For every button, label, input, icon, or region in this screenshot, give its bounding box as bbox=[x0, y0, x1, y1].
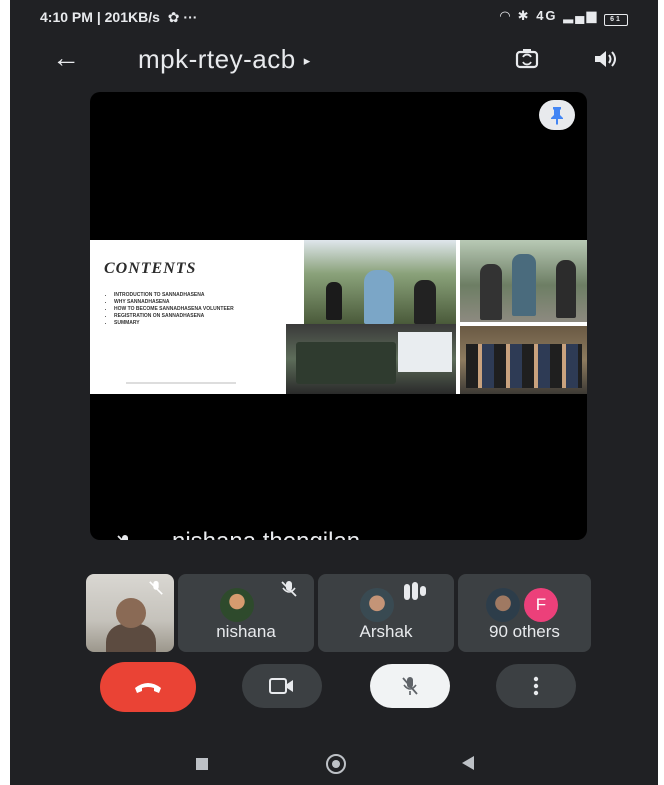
slide-photo-group bbox=[460, 326, 587, 394]
participant-name: Arshak bbox=[359, 622, 413, 641]
call-end-icon bbox=[135, 683, 161, 693]
videocam-icon bbox=[269, 678, 293, 694]
chevron-right-icon: ▸ bbox=[303, 53, 311, 69]
slide-photo-truck bbox=[286, 324, 456, 394]
self-view-tile[interactable] bbox=[86, 574, 174, 652]
presentation-stage[interactable]: CONTENTS INTRODUCTION TO SANNADHASENA WH… bbox=[90, 92, 587, 540]
end-call-button[interactable] bbox=[100, 662, 196, 712]
signal-icon: ▂▄▆ bbox=[563, 8, 599, 23]
slide-footer-line bbox=[126, 382, 236, 384]
avatar bbox=[360, 588, 394, 622]
pin-button[interactable] bbox=[539, 100, 575, 130]
home-icon[interactable] bbox=[326, 754, 346, 774]
mic-toggle-button[interactable] bbox=[370, 664, 450, 708]
status-separator: | bbox=[96, 9, 105, 25]
slide-bullet: INTRODUCTION TO SANNADHASENA bbox=[114, 292, 304, 299]
more-options-button[interactable] bbox=[496, 664, 576, 708]
participant-tile-nishana[interactable]: nishana bbox=[178, 574, 314, 652]
mic-off-icon bbox=[149, 580, 163, 595]
shared-slide: CONTENTS INTRODUCTION TO SANNADHASENA WH… bbox=[90, 240, 587, 394]
letter-avatar: F bbox=[524, 588, 558, 622]
meeting-code: mpk-rtey-acb bbox=[138, 44, 296, 74]
status-time: 4:10 PM bbox=[40, 9, 93, 25]
back-triangle-icon[interactable] bbox=[462, 756, 474, 770]
status-more: ··· bbox=[183, 9, 198, 25]
top-app-bar: ← mpk-rtey-acb ▸ bbox=[10, 36, 658, 84]
mic-off-icon bbox=[281, 581, 297, 597]
settings-gear-icon: ✿ bbox=[167, 9, 180, 25]
mic-off-icon bbox=[117, 535, 128, 540]
mic-off-icon bbox=[402, 677, 418, 695]
status-speed: 201KB/s bbox=[104, 9, 160, 25]
status-bar: 4:10 PM | 201KB/s ✿ ··· ◠ ✱ 4G ▂▄▆ 61 bbox=[10, 0, 658, 36]
participant-tile-arshak[interactable]: Arshak bbox=[318, 574, 454, 652]
recent-apps-icon[interactable] bbox=[196, 758, 208, 770]
bluetooth-icon: ✱ bbox=[517, 8, 531, 23]
slide-bullet: SUMMARY bbox=[114, 320, 304, 327]
battery-icon: 61 bbox=[604, 14, 628, 26]
arrow-left-icon[interactable]: ← bbox=[52, 42, 80, 74]
slide-bullet-list: INTRODUCTION TO SANNADHASENA WHY SANNADH… bbox=[100, 292, 304, 327]
participant-tile-others[interactable]: F 90 others bbox=[458, 574, 591, 652]
wifi-icon: ◠ bbox=[500, 8, 513, 23]
slide-bullet: HOW TO BECOME SANNADHASENA VOLUNTEER bbox=[114, 306, 304, 313]
avatar bbox=[486, 588, 520, 622]
status-right: ◠ ✱ 4G ▂▄▆ 61 bbox=[500, 8, 628, 26]
slide-bullet: REGISTRATION ON SANNADHASENA bbox=[114, 313, 304, 320]
avatar bbox=[220, 588, 254, 622]
camera-toggle-button[interactable] bbox=[242, 664, 322, 708]
participant-name: nishana bbox=[216, 622, 276, 641]
self-head bbox=[116, 598, 146, 628]
participant-name: 90 others bbox=[489, 622, 560, 641]
battery-level: 61 bbox=[610, 16, 622, 23]
slide-heading: CONTENTS bbox=[104, 260, 197, 277]
speaker-name: nishana thengilan bbox=[172, 528, 360, 540]
self-body bbox=[106, 624, 156, 652]
slide-photo-volunteers bbox=[304, 240, 456, 324]
pin-icon bbox=[551, 107, 563, 125]
audio-level-icon bbox=[404, 582, 430, 600]
switch-camera-icon[interactable] bbox=[514, 46, 540, 72]
volume-icon[interactable] bbox=[592, 47, 618, 71]
status-left: 4:10 PM | 201KB/s ✿ ··· bbox=[40, 9, 197, 26]
slide-photo-relief bbox=[460, 240, 587, 322]
slide-bullet: WHY SANNADHASENA bbox=[114, 299, 304, 306]
signal-network-label: 4G bbox=[536, 8, 558, 23]
phone-screen: 4:10 PM | 201KB/s ✿ ··· ◠ ✱ 4G ▂▄▆ 61 ← … bbox=[10, 0, 658, 785]
meeting-code-button[interactable]: mpk-rtey-acb ▸ bbox=[138, 44, 311, 75]
more-vert-icon bbox=[533, 676, 539, 696]
system-nav-bar bbox=[10, 740, 658, 785]
